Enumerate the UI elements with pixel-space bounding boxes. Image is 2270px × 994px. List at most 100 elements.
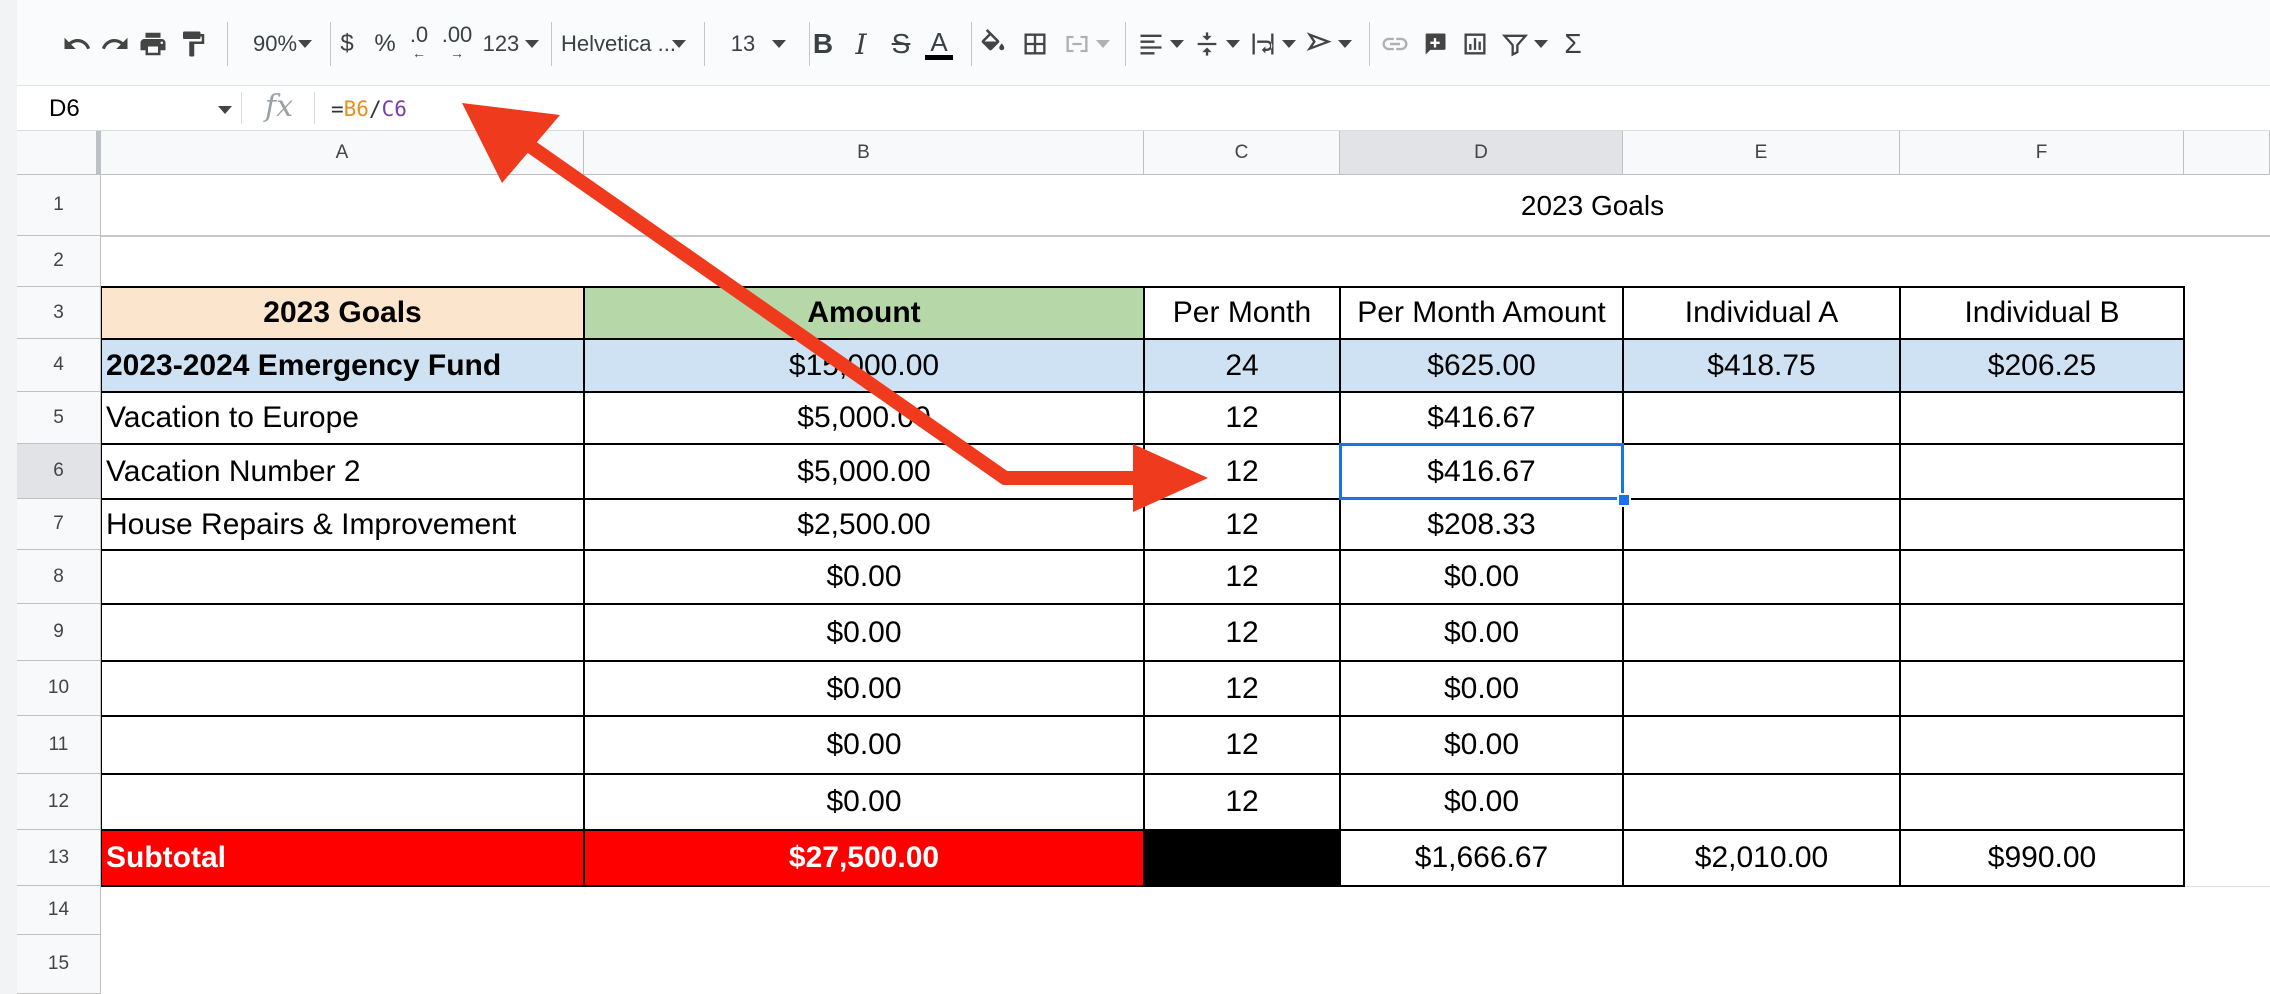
cell-c12[interactable]: 12 (1144, 774, 1340, 830)
column-header-c[interactable]: C (1144, 131, 1340, 174)
subtotal-individual-a[interactable]: $2,010.00 (1623, 830, 1900, 886)
subtotal-amount[interactable]: $27,500.00 (584, 830, 1144, 886)
cell-b4[interactable]: $15,000.00 (584, 339, 1144, 392)
fill-handle[interactable] (1617, 493, 1631, 507)
percent-format-button[interactable]: % (367, 22, 403, 66)
paint-format-icon[interactable] (173, 22, 213, 66)
column-header-f[interactable]: F (1900, 131, 2184, 174)
bold-icon[interactable]: B (803, 22, 843, 66)
fill-color-icon[interactable] (973, 22, 1013, 66)
cell-a6[interactable]: Vacation Number 2 (101, 444, 584, 499)
cell-f8[interactable] (1900, 550, 2184, 604)
cell-e12[interactable] (1623, 774, 1900, 830)
subtotal-per-month[interactable] (1144, 830, 1340, 886)
cell-c9[interactable]: 12 (1144, 604, 1340, 661)
strikethrough-icon[interactable]: S (881, 22, 921, 66)
header-per-month-amount[interactable]: Per Month Amount (1340, 287, 1623, 339)
print-icon[interactable] (133, 22, 173, 66)
cell-e7[interactable] (1623, 499, 1900, 550)
vertical-align-caret-icon[interactable] (1221, 22, 1245, 66)
cell-a9[interactable] (101, 604, 584, 661)
row-header-5[interactable]: 5 (17, 392, 100, 444)
undo-icon[interactable] (57, 22, 97, 66)
select-all-corner[interactable] (17, 131, 101, 174)
cell-e10[interactable] (1623, 661, 1900, 716)
cell-b5[interactable]: $5,000.00 (584, 392, 1144, 444)
header-individual-b[interactable]: Individual B (1900, 287, 2184, 339)
font-size-select[interactable]: 13 (713, 22, 773, 66)
cell-c5[interactable]: 12 (1144, 392, 1340, 444)
formula-input[interactable]: =B6/C6 (331, 94, 407, 124)
cell-b10[interactable]: $0.00 (584, 661, 1144, 716)
row-header-15[interactable]: 15 (17, 935, 100, 994)
cell-b8[interactable]: $0.00 (584, 550, 1144, 604)
column-header-a[interactable]: A (101, 131, 584, 174)
cell-e11[interactable] (1623, 716, 1900, 774)
cell-a8[interactable] (101, 550, 584, 604)
row-header-7[interactable]: 7 (17, 499, 100, 550)
filter-caret-icon[interactable] (1529, 22, 1553, 66)
column-header-b[interactable]: B (584, 131, 1144, 174)
insert-link-icon[interactable] (1375, 22, 1415, 66)
insert-chart-icon[interactable] (1455, 22, 1495, 66)
cell-e9[interactable] (1623, 604, 1900, 661)
cell-d9[interactable]: $0.00 (1340, 604, 1623, 661)
cell-a11[interactable] (101, 716, 584, 774)
cell-f12[interactable] (1900, 774, 2184, 830)
cell-c11[interactable]: 12 (1144, 716, 1340, 774)
text-color-icon[interactable]: A (919, 22, 959, 66)
row-header-8[interactable]: 8 (17, 550, 100, 604)
cell-d12[interactable]: $0.00 (1340, 774, 1623, 830)
text-rotation-caret-icon[interactable] (1333, 22, 1357, 66)
zoom-dropdown-caret-icon[interactable] (293, 22, 317, 66)
cell-d5[interactable]: $416.67 (1340, 392, 1623, 444)
font-family-caret-icon[interactable] (667, 22, 691, 66)
column-header-d[interactable]: D (1340, 131, 1623, 174)
cell-e6[interactable] (1623, 444, 1900, 499)
cell-f4[interactable]: $206.25 (1900, 339, 2184, 392)
spreadsheet-grid[interactable]: 2023 Goals 2023 Goals Amount Per Month Per M… (101, 175, 2270, 994)
cell-e5[interactable] (1623, 392, 1900, 444)
cell-f7[interactable] (1900, 499, 2184, 550)
redo-icon[interactable] (95, 22, 135, 66)
column-header-g[interactable] (2184, 131, 2270, 174)
cell-c10[interactable]: 12 (1144, 661, 1340, 716)
header-2023-goals[interactable]: 2023 Goals (101, 287, 584, 339)
row-header-12[interactable]: 12 (17, 774, 100, 830)
cell-b9[interactable]: $0.00 (584, 604, 1144, 661)
merge-caret-icon[interactable] (1091, 22, 1115, 66)
row-header-13[interactable]: 13 (17, 830, 100, 886)
cell-e8[interactable] (1623, 550, 1900, 604)
cell-a4[interactable]: 2023-2024 Emergency Fund (101, 339, 584, 392)
cell-a10[interactable] (101, 661, 584, 716)
cell-d8[interactable]: $0.00 (1340, 550, 1623, 604)
column-header-e[interactable]: E (1623, 131, 1900, 174)
name-box-caret-icon[interactable] (218, 106, 232, 114)
cell-c6[interactable]: 12 (1144, 444, 1340, 499)
header-amount[interactable]: Amount (584, 287, 1144, 339)
row-header-9[interactable]: 9 (17, 604, 100, 661)
cell-a5[interactable]: Vacation to Europe (101, 392, 584, 444)
cell-c4[interactable]: 24 (1144, 339, 1340, 392)
sheet-title[interactable]: 2023 Goals (1340, 175, 1845, 236)
row-header-14[interactable]: 14 (17, 886, 100, 935)
subtotal-per-month-amount[interactable]: $1,666.67 (1340, 830, 1623, 886)
font-size-caret-icon[interactable] (767, 22, 791, 66)
row-header-2[interactable]: 2 (17, 236, 100, 287)
cell-d4[interactable]: $625.00 (1340, 339, 1623, 392)
cell-d10[interactable]: $0.00 (1340, 661, 1623, 716)
currency-format-button[interactable]: $ (329, 22, 365, 66)
cell-c7[interactable]: 12 (1144, 499, 1340, 550)
header-per-month[interactable]: Per Month (1144, 287, 1340, 339)
increase-decimals-button[interactable]: .00 → (439, 22, 475, 66)
horizontal-align-caret-icon[interactable] (1165, 22, 1189, 66)
row-header-1[interactable]: 1 (17, 175, 100, 236)
cell-f10[interactable] (1900, 661, 2184, 716)
italic-icon[interactable]: I (841, 22, 881, 66)
cell-e4[interactable]: $418.75 (1623, 339, 1900, 392)
cell-b11[interactable]: $0.00 (584, 716, 1144, 774)
borders-icon[interactable] (1015, 22, 1055, 66)
cell-f9[interactable] (1900, 604, 2184, 661)
cell-b12[interactable]: $0.00 (584, 774, 1144, 830)
cell-f11[interactable] (1900, 716, 2184, 774)
